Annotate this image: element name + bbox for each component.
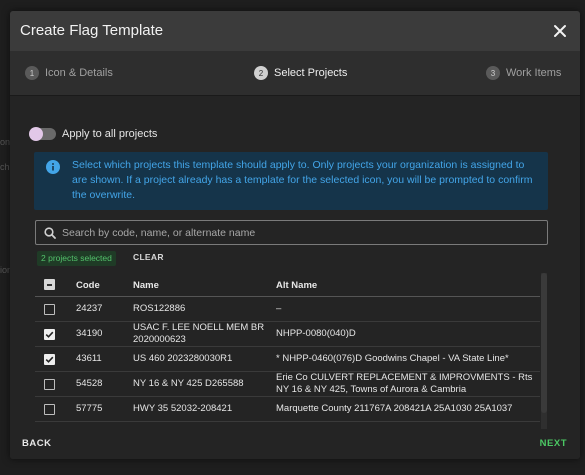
row-name: HWY 35 52032-208421 [133, 403, 233, 414]
table-row[interactable]: 24237 ROS122886 – [35, 297, 540, 322]
row-alt-name: Erie Co CULVERT REPLACEMENT & IMPROVMENT… [276, 372, 533, 395]
wizard-stepper: 1 Icon & Details 2 Select Projects 3 Wor… [10, 51, 580, 96]
table-header: Code Name Alt Name [35, 273, 540, 297]
checkmark-icon [45, 356, 54, 363]
background-fragment: ch [0, 162, 10, 172]
column-header-code: Code [76, 280, 100, 291]
step-work-items[interactable]: 3 Work Items [486, 66, 561, 80]
back-button[interactable]: BACK [22, 438, 51, 449]
column-header-name: Name [133, 280, 159, 291]
info-icon [46, 160, 60, 174]
row-name: NY 16 & NY 425 D265588 [133, 378, 244, 389]
dialog-title: Create Flag Template [20, 22, 164, 39]
apply-all-toggle[interactable] [29, 127, 56, 141]
row-checkbox[interactable] [44, 404, 55, 415]
table-row[interactable]: 54528 NY 16 & NY 425 D265588 Erie Co CUL… [35, 372, 540, 397]
step-number: 2 [254, 66, 268, 80]
checkmark-icon [45, 331, 54, 338]
apply-all-label: Apply to all projects [62, 128, 158, 140]
row-alt-name: – [276, 303, 282, 314]
table-row[interactable]: 57775 HWY 35 52032-208421 Marquette Coun… [35, 397, 540, 422]
toggle-knob [29, 127, 43, 141]
search-input[interactable] [62, 221, 542, 244]
step-select-projects[interactable]: 2 Select Projects [254, 66, 347, 80]
row-code: 24237 [76, 303, 103, 314]
select-all-checkbox[interactable] [44, 279, 55, 290]
close-icon [554, 25, 566, 37]
search-icon [44, 227, 56, 239]
clear-button[interactable]: CLEAR [133, 252, 164, 262]
row-checkbox[interactable] [44, 354, 55, 365]
row-name: US 460 2023280030R1 [133, 353, 233, 364]
step-number: 3 [486, 66, 500, 80]
row-code: 43611 [76, 353, 102, 364]
projects-table: Code Name Alt Name 24237 ROS122886 – 341… [35, 273, 548, 431]
row-checkbox[interactable] [44, 329, 55, 340]
table-row[interactable]: 43611 US 460 2023280030R1 * NHPP-0460(07… [35, 347, 540, 372]
step-label: Icon & Details [45, 67, 113, 79]
row-code: 34190 [76, 328, 103, 339]
selected-count-badge: 2 projects selected [37, 251, 116, 266]
step-label: Work Items [506, 67, 562, 79]
row-alt-name: NHPP-0080(040)D [276, 328, 356, 339]
scrollbar-thumb[interactable] [541, 273, 547, 413]
row-alt-name: Marquette County 211767A 208421A 25A1030… [276, 403, 513, 414]
row-checkbox[interactable] [44, 304, 55, 315]
row-code: 57775 [76, 403, 103, 414]
create-flag-template-dialog: Create Flag Template 1 Icon & Details 2 … [10, 11, 580, 459]
apply-all-toggle-row: Apply to all projects [29, 127, 158, 141]
table-scrollbar[interactable] [541, 273, 547, 431]
info-text: Select which projects this template shou… [72, 159, 533, 201]
column-header-alt-name: Alt Name [276, 280, 318, 291]
step-label: Select Projects [274, 67, 348, 79]
row-name: USAC F. LEE NOELL MEM BR 2020000623 [133, 322, 265, 345]
step-number: 1 [25, 66, 39, 80]
dialog-header: Create Flag Template [10, 11, 580, 51]
table-row[interactable]: 34190 USAC F. LEE NOELL MEM BR 202000062… [35, 322, 540, 347]
background-fragment: on [0, 137, 11, 147]
row-checkbox[interactable] [44, 379, 55, 390]
step-icon-details[interactable]: 1 Icon & Details [25, 66, 113, 80]
row-code: 54528 [76, 378, 103, 389]
row-alt-name: * NHPP-0460(076)D Goodwins Chapel - VA S… [276, 353, 509, 364]
row-name: ROS122886 [133, 303, 186, 314]
close-button[interactable] [549, 20, 571, 42]
info-banner: Select which projects this template shou… [34, 152, 548, 210]
next-button[interactable]: NEXT [540, 438, 567, 449]
dialog-footer: BACK NEXT [10, 429, 580, 459]
project-search [35, 220, 548, 245]
